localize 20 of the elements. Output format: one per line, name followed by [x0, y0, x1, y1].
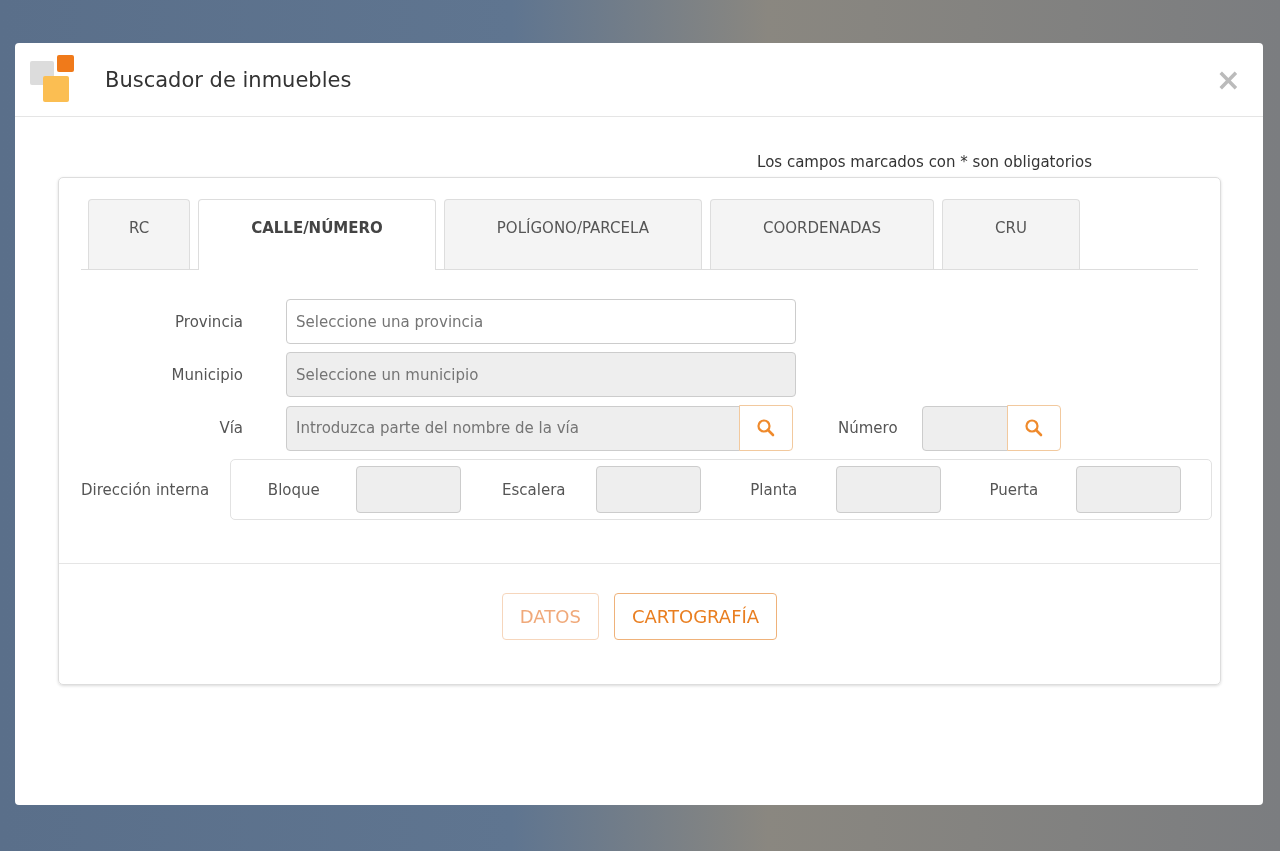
field-label: Provincia — [174, 312, 243, 331]
tab[interactable]: CRU — [942, 199, 1080, 269]
squares-logo-icon — [29, 54, 77, 105]
field-label: Planta — [749, 480, 799, 499]
field-label: Dirección interna — [81, 480, 210, 499]
field-label: Puerta — [988, 480, 1040, 499]
input-field[interactable]: Seleccione una provincia — [286, 299, 796, 344]
tab[interactable]: CALLE/NÚMERO — [198, 199, 436, 270]
search-icon — [1023, 418, 1044, 438]
field-label: Bloque — [266, 480, 321, 499]
search-icon — [756, 418, 776, 438]
tab[interactable]: COORDENADAS — [709, 199, 934, 269]
dialog-title: Buscador de inmuebles — [105, 67, 353, 92]
required-note: Los campos marcados con * son obligatorios — [757, 153, 1092, 171]
tab[interactable]: POLÍGONO/PARCELA — [443, 199, 702, 269]
field-label: Número — [838, 419, 898, 437]
field-label: Vía — [218, 419, 243, 437]
field-label: Escalera — [501, 480, 567, 499]
field-label: Municipio — [170, 365, 243, 384]
tab[interactable]: RC — [88, 199, 191, 269]
